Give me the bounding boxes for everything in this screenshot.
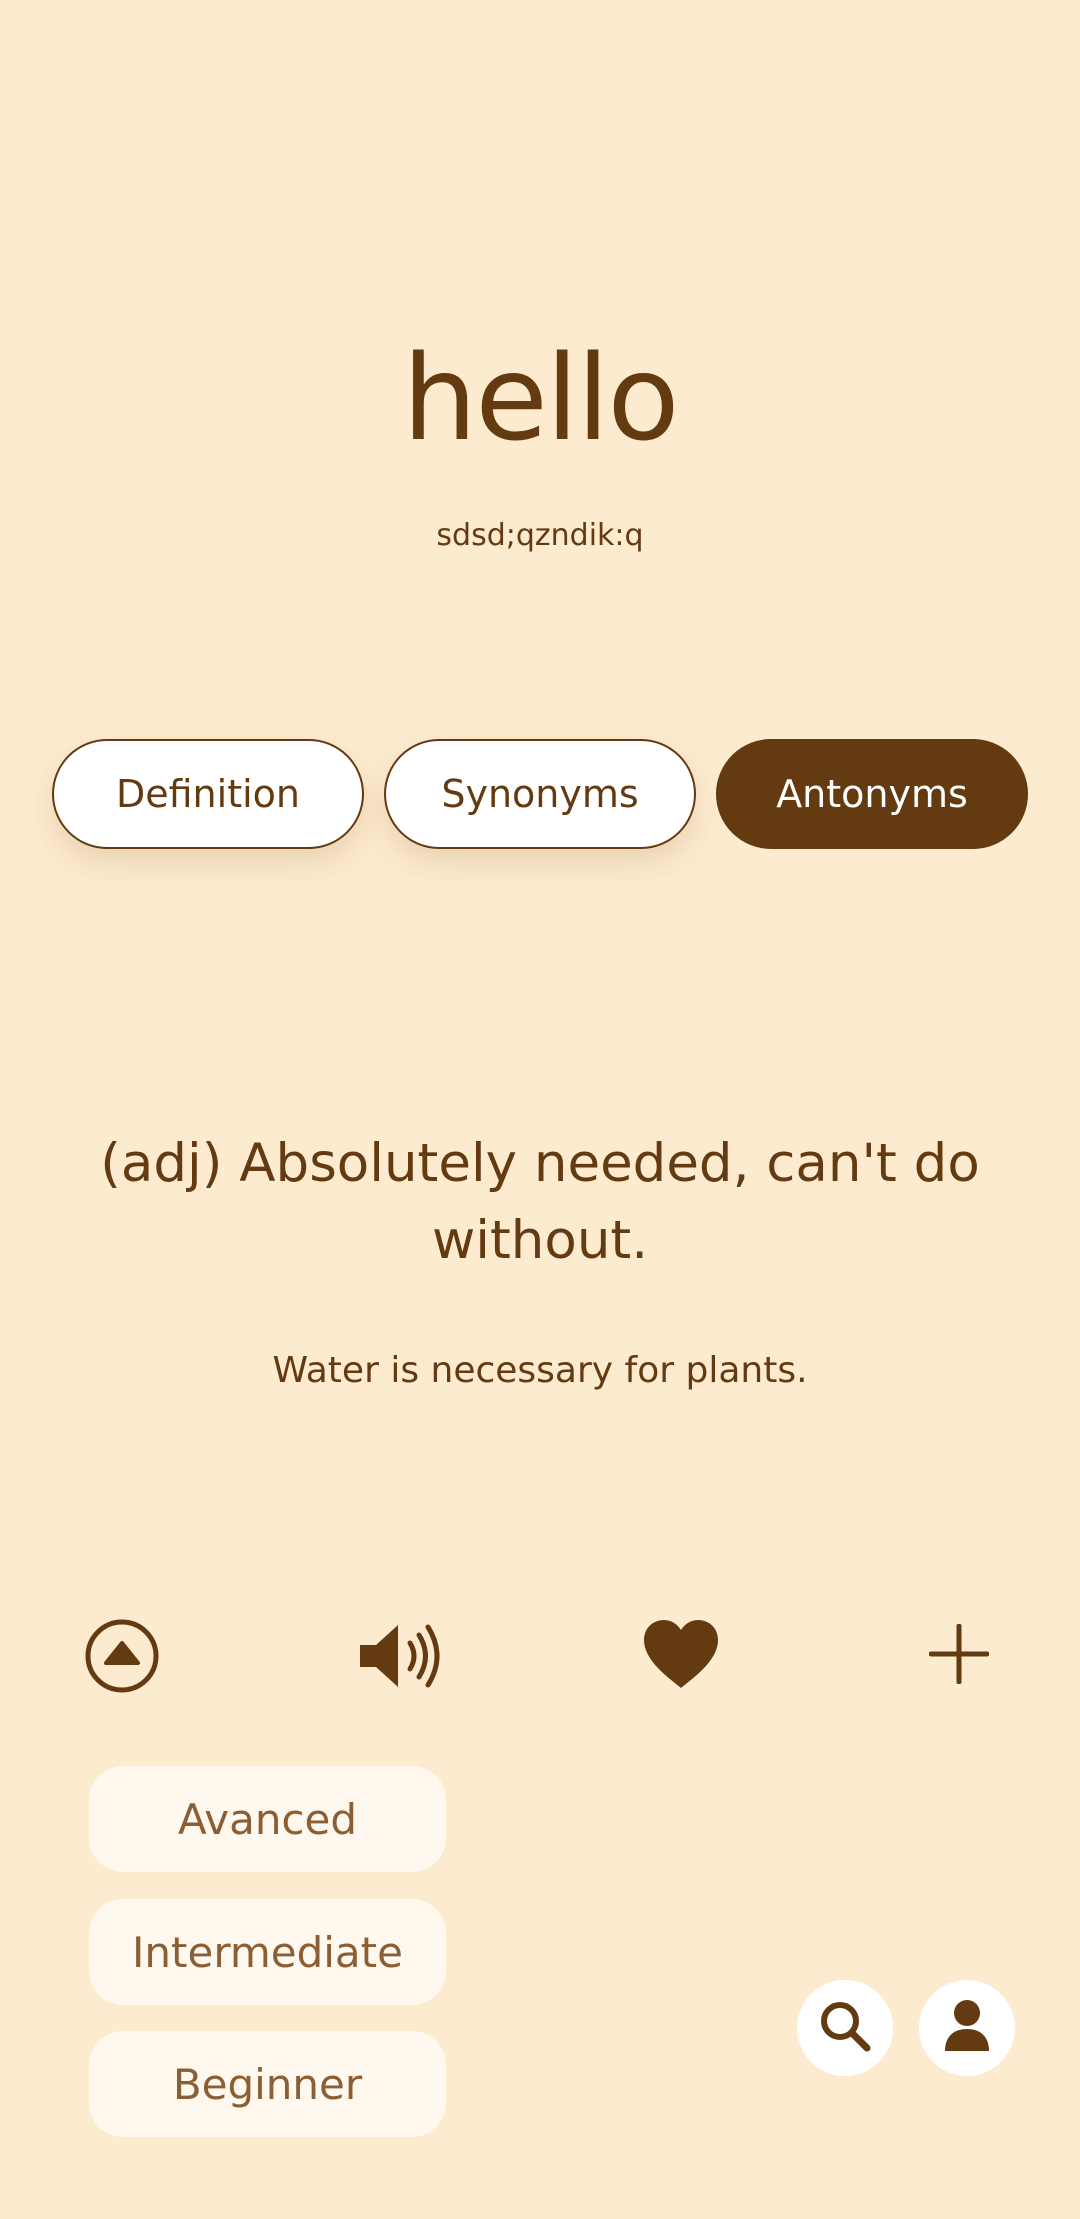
plus-icon[interactable]: [924, 1618, 994, 1690]
tab-synonyms[interactable]: Synonyms: [384, 739, 696, 849]
user-icon: [943, 1999, 991, 2057]
definition-text: (adj) Absolutely needed, can't do withou…: [100, 1133, 980, 1271]
level-beginner-button[interactable]: Beginner: [89, 2031, 446, 2137]
profile-button[interactable]: [919, 1980, 1015, 2076]
level-intermediate-button[interactable]: Intermediate: [89, 1899, 446, 2005]
word-title: hello: [402, 329, 679, 467]
search-button[interactable]: [797, 1980, 893, 2076]
speaker-icon[interactable]: [355, 1614, 447, 1698]
word-detail-screen: hello sdsd;qzndik:q Definition Synonyms …: [0, 0, 1080, 2219]
tab-definition[interactable]: Definition: [52, 739, 364, 849]
tab-antonyms[interactable]: Antonyms: [716, 739, 1028, 849]
tab-bar: Definition Synonyms Antonyms: [52, 739, 1028, 849]
level-advanced-button[interactable]: Avanced: [89, 1766, 446, 1872]
word-phonetic: sdsd;qzndik:q: [436, 518, 644, 553]
example-sentence: Water is necessary for plants.: [272, 1350, 808, 1391]
search-icon: [818, 1999, 872, 2057]
arrow-up-circle-icon[interactable]: [80, 1614, 164, 1698]
heart-icon[interactable]: [636, 1612, 726, 1696]
